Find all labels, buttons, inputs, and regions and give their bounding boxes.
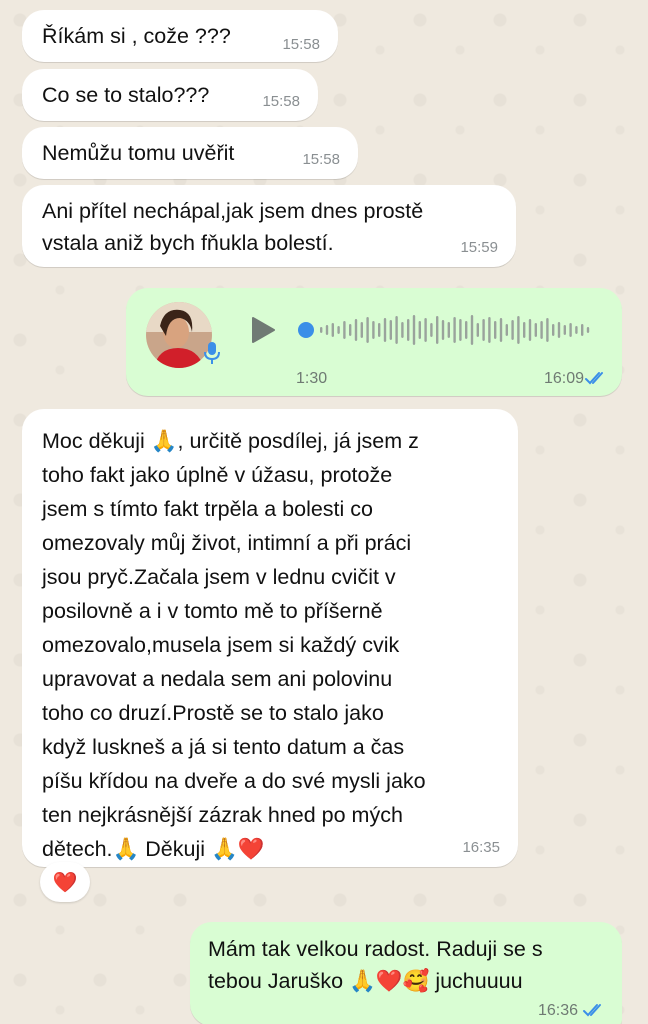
waveform-bar	[453, 317, 456, 343]
waveform-bar	[511, 320, 514, 340]
message-text-line: jsou pryč.Začala jsem v lednu cvičit v	[42, 565, 396, 589]
waveform-bar	[499, 318, 503, 342]
waveform-bar	[482, 319, 485, 341]
message-text-line: toho fakt jako úplně v úžasu, protože	[42, 463, 393, 487]
message-text-line: ten nejkrásnější zázrak hned po mých	[42, 803, 403, 827]
message-bubble-incoming[interactable]: Nemůžu tomu uvěřit 15:58	[22, 127, 358, 179]
waveform-bar	[412, 315, 416, 345]
message-text-line: píšu křídou na dveře a do své mysli jako	[42, 769, 426, 793]
message-text-line: Mám tak velkou radost. Raduji se s	[208, 937, 543, 961]
waveform-bar	[331, 323, 334, 337]
waveform-bar	[325, 325, 329, 335]
waveform-bar	[343, 321, 346, 339]
read-ticks-icon	[585, 372, 603, 385]
waveform-bar	[557, 322, 561, 338]
waveform-bar	[366, 317, 369, 343]
waveform-bar	[337, 326, 340, 334]
waveform-bar	[436, 316, 439, 344]
waveform-bar	[354, 319, 358, 341]
message-text-line: toho co druzí.Prostě se to stalo jako	[42, 701, 384, 725]
waveform-bar	[383, 318, 387, 342]
message-time: 15:58	[282, 36, 320, 53]
message-text-line: jsem s tímto fakt trpěla a bolesti co	[42, 497, 373, 521]
voice-waveform[interactable]	[296, 310, 596, 350]
read-ticks-icon	[583, 1004, 601, 1017]
waveform-bar	[476, 323, 479, 337]
waveform-bar	[441, 320, 445, 340]
message-text: Říkám si , cože ???	[42, 24, 231, 48]
message-text-line: dětech.🙏 Děkuji 🙏❤️	[42, 837, 265, 861]
waveform-bar	[465, 321, 468, 339]
waveform-bar	[528, 319, 532, 341]
reaction-heart[interactable]: ❤️	[40, 862, 90, 902]
message-text-line: když luskneš a já si tento datum a čas	[42, 735, 405, 759]
message-time: 15:59	[460, 239, 498, 256]
voice-duration: 1:30	[296, 370, 328, 387]
microphone-icon	[203, 340, 221, 366]
waveform-bar	[569, 323, 572, 337]
message-time: 16:09	[543, 370, 584, 387]
waveform-bar	[395, 316, 398, 344]
waveform-bar	[401, 322, 404, 338]
message-bubble-incoming[interactable]: Ani přítel nechápal,jak jsem dnes prostě…	[22, 185, 516, 267]
message-text: Nemůžu tomu uvěřit	[42, 141, 235, 165]
waveform-bar	[430, 323, 433, 337]
message-text-line: tebou Jaruško 🙏❤️🥰 juchuuuu	[208, 968, 523, 993]
waveform-bar	[349, 324, 352, 336]
message-bubble-incoming[interactable]: Co se to stalo??? 15:58	[22, 69, 318, 121]
message-time: 16:35	[462, 839, 500, 856]
waveform-bar	[563, 325, 566, 335]
waveform-bar	[418, 321, 421, 339]
waveform-bar	[320, 327, 323, 333]
message-text-line: vstala aniž bych fňukla bolestí.	[42, 230, 334, 255]
waveform-bar	[488, 317, 491, 343]
waveform-bar	[534, 323, 537, 337]
waveform-bar	[407, 319, 410, 341]
waveform-bar	[447, 322, 450, 338]
waveform-bar	[505, 324, 508, 336]
waveform-bar	[459, 319, 462, 341]
waveform-progress-dot	[298, 322, 314, 338]
message-text-line: upravovat a nedala sem ani polovinu	[42, 667, 393, 691]
waveform-bar	[552, 324, 555, 336]
message-time: 15:58	[262, 93, 300, 110]
waveform-bar	[540, 321, 543, 339]
waveform-bar	[378, 323, 381, 337]
waveform-bar	[546, 318, 549, 342]
waveform-bar	[581, 324, 584, 336]
waveform-bar	[389, 320, 392, 340]
message-text-line: omezovalo,musela jsem si každý cvik	[42, 633, 400, 657]
message-time: 16:36	[537, 1002, 578, 1019]
chat-area[interactable]: Říkám si , cože ??? 15:58 Co se to stalo…	[0, 0, 648, 1024]
waveform-bar	[424, 318, 427, 342]
message-time: 15:58	[302, 151, 340, 168]
play-icon[interactable]	[250, 316, 276, 344]
message-text-line: Moc děkuji 🙏, určitě posdílej, já jsem z	[42, 429, 419, 453]
message-text: Co se to stalo???	[42, 83, 210, 107]
waveform-bar	[586, 327, 590, 333]
waveform-bar	[575, 326, 578, 334]
message-bubble-incoming[interactable]: Říkám si , cože ??? 15:58	[22, 10, 338, 62]
message-text-line: Ani přítel nechápal,jak jsem dnes prostě	[42, 199, 424, 223]
message-bubble-outgoing[interactable]: Mám tak velkou radost. Raduji se s tebou…	[190, 922, 622, 1024]
waveform-bar	[470, 315, 474, 345]
message-bubble-incoming[interactable]: Moc děkuji 🙏, určitě posdílej, já jsem z…	[22, 409, 518, 867]
waveform-bar	[372, 321, 375, 339]
waveform-bar	[494, 321, 497, 339]
message-text-line: posilovně a i v tomto mě to příšerně	[42, 599, 383, 623]
waveform-bar	[523, 322, 526, 338]
message-text-line: omezovaly můj život, intimní a při práci	[42, 531, 412, 555]
waveform-bar	[517, 316, 520, 344]
waveform-bar	[360, 322, 363, 338]
